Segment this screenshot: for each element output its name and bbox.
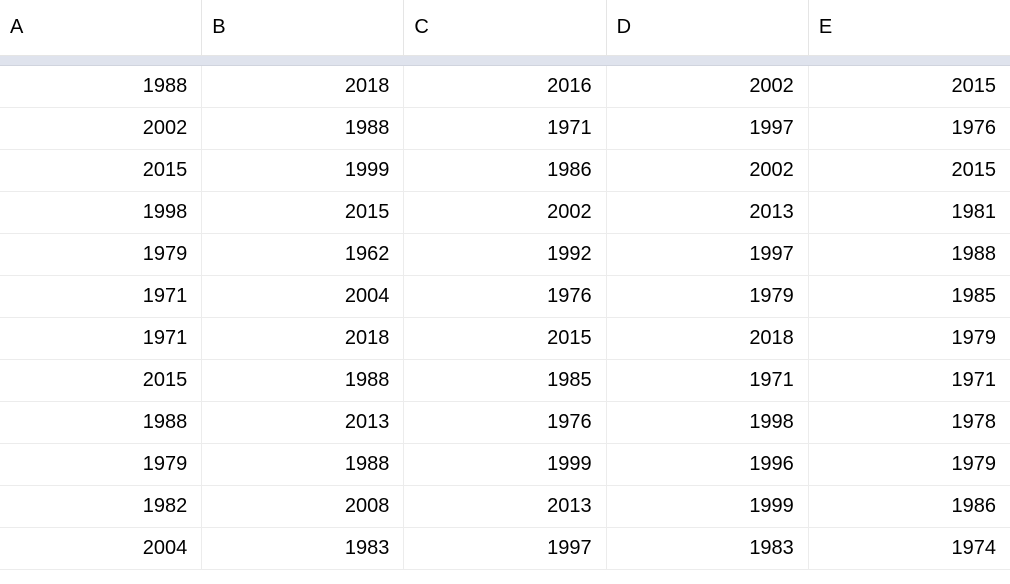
cell[interactable]: 2015 [809,66,1010,107]
cell[interactable]: 1998 [0,192,202,233]
header-separator [0,56,1010,66]
column-header-b[interactable]: B [202,0,404,55]
cell[interactable]: 1979 [809,318,1010,359]
cell[interactable]: 1971 [809,360,1010,401]
table-row: 1982 2008 2013 1999 1986 [0,486,1010,528]
cell[interactable]: 1988 [0,66,202,107]
cell[interactable]: 1979 [809,444,1010,485]
cell[interactable]: 1983 [607,528,809,569]
column-header-e[interactable]: E [809,0,1010,55]
table-row: 1988 2013 1976 1998 1978 [0,402,1010,444]
cell[interactable]: 1971 [404,108,606,149]
cell[interactable]: 1971 [0,276,202,317]
cell[interactable]: 1981 [809,192,1010,233]
cell[interactable]: 1998 [607,402,809,443]
table-row: 2004 1983 1997 1983 1974 [0,528,1010,570]
cell[interactable]: 2002 [607,66,809,107]
cell[interactable]: 1996 [607,444,809,485]
cell[interactable]: 1979 [0,444,202,485]
cell[interactable]: 1971 [607,360,809,401]
cell[interactable]: 1986 [809,486,1010,527]
cell[interactable]: 2013 [202,402,404,443]
cell[interactable]: 2015 [404,318,606,359]
cell[interactable]: 1988 [809,234,1010,275]
cell[interactable]: 2013 [607,192,809,233]
cell[interactable]: 1997 [404,528,606,569]
cell[interactable]: 1988 [202,360,404,401]
cell[interactable]: 2016 [404,66,606,107]
cell[interactable]: 1985 [809,276,1010,317]
table-row: 1988 2018 2016 2002 2015 [0,66,1010,108]
cell[interactable]: 1988 [202,444,404,485]
cell[interactable]: 1979 [0,234,202,275]
cell[interactable]: 1974 [809,528,1010,569]
table-row: 1979 1988 1999 1996 1979 [0,444,1010,486]
cell[interactable]: 2018 [202,318,404,359]
cell[interactable]: 2015 [809,150,1010,191]
table-row: 1971 2004 1976 1979 1985 [0,276,1010,318]
cell[interactable]: 1999 [404,444,606,485]
cell[interactable]: 2015 [0,150,202,191]
cell[interactable]: 2015 [202,192,404,233]
cell[interactable]: 2015 [0,360,202,401]
cell[interactable]: 2018 [607,318,809,359]
cell[interactable]: 2018 [202,66,404,107]
cell[interactable]: 1983 [202,528,404,569]
cell[interactable]: 1999 [607,486,809,527]
spreadsheet[interactable]: A B C D E 1988 2018 2016 2002 2015 2002 … [0,0,1010,570]
cell[interactable]: 1982 [0,486,202,527]
cell[interactable]: 1971 [0,318,202,359]
column-header-a[interactable]: A [0,0,202,55]
cell[interactable]: 1997 [607,108,809,149]
table-row: 1971 2018 2015 2018 1979 [0,318,1010,360]
table-row: 1998 2015 2002 2013 1981 [0,192,1010,234]
cell[interactable]: 1976 [809,108,1010,149]
cell[interactable]: 2002 [404,192,606,233]
cell[interactable]: 1999 [202,150,404,191]
cell[interactable]: 2004 [0,528,202,569]
column-header-row: A B C D E [0,0,1010,56]
table-row: 1979 1962 1992 1997 1988 [0,234,1010,276]
cell[interactable]: 1988 [202,108,404,149]
column-header-d[interactable]: D [607,0,809,55]
cell[interactable]: 2008 [202,486,404,527]
cell[interactable]: 1992 [404,234,606,275]
cell[interactable]: 1985 [404,360,606,401]
column-header-c[interactable]: C [404,0,606,55]
cell[interactable]: 2002 [607,150,809,191]
cell[interactable]: 1986 [404,150,606,191]
cell[interactable]: 1976 [404,402,606,443]
cell[interactable]: 1976 [404,276,606,317]
cell[interactable]: 2004 [202,276,404,317]
cell[interactable]: 1997 [607,234,809,275]
table-row: 2002 1988 1971 1997 1976 [0,108,1010,150]
cell[interactable]: 1979 [607,276,809,317]
cell[interactable]: 1978 [809,402,1010,443]
cell[interactable]: 1962 [202,234,404,275]
cell[interactable]: 2013 [404,486,606,527]
table-row: 2015 1988 1985 1971 1971 [0,360,1010,402]
cell[interactable]: 1988 [0,402,202,443]
table-row: 2015 1999 1986 2002 2015 [0,150,1010,192]
cell[interactable]: 2002 [0,108,202,149]
